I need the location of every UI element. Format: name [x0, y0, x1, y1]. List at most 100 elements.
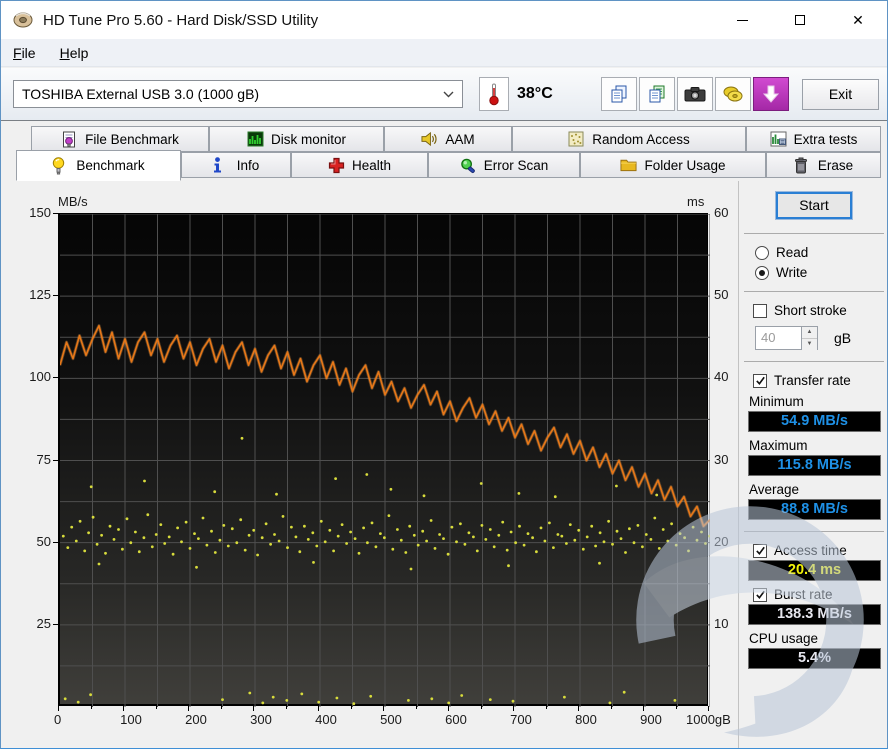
- maximize-button[interactable]: [771, 1, 829, 39]
- tab-random-access[interactable]: Random Access: [512, 126, 746, 152]
- read-radio-label: Read: [776, 245, 809, 260]
- x-tick-label: 200: [185, 712, 207, 727]
- burst-rate-checkbox[interactable]: Burst rate: [739, 587, 887, 602]
- maximize-icon: [795, 15, 805, 25]
- x-minor-tick: [480, 706, 482, 709]
- tab-erase[interactable]: Erase: [766, 152, 881, 178]
- x-tick: [188, 706, 189, 711]
- tab-folder-usage[interactable]: Folder Usage: [580, 152, 766, 178]
- radio-icon-write: [755, 265, 769, 280]
- y-left-tick: [53, 541, 58, 543]
- x-tick-label: 800: [575, 712, 597, 727]
- save-disks-button[interactable]: [715, 77, 751, 111]
- read-radio[interactable]: Read: [739, 245, 887, 260]
- app-disk-icon: [13, 12, 33, 28]
- separator: [744, 233, 884, 234]
- maximum-label: Maximum: [749, 438, 808, 453]
- write-radio[interactable]: Write: [739, 265, 887, 280]
- copy-icon: [611, 85, 627, 103]
- y-right-tick-label: 20: [714, 533, 729, 549]
- y-right-tick-label: 30: [714, 451, 729, 467]
- tab-label: Folder Usage: [644, 157, 726, 173]
- y-right-tick-label: 10: [714, 615, 729, 631]
- y-left-tick: [53, 295, 58, 297]
- tab-label: Error Scan: [483, 157, 549, 173]
- x-tick-label: 500: [380, 712, 402, 727]
- title-bar: HD Tune Pro 5.60 - Hard Disk/SSD Utility…: [1, 1, 887, 39]
- x-minor-tick: [675, 706, 677, 709]
- drive-selector[interactable]: TOSHIBA External USB 3.0 (1000 gB): [13, 80, 463, 108]
- tab-label: Info: [236, 157, 260, 173]
- menu-help[interactable]: Help: [48, 41, 101, 65]
- tab-disk-monitor[interactable]: Disk monitor: [209, 126, 384, 152]
- x-tick-label: 900: [640, 712, 662, 727]
- tab-extra-tests[interactable]: Extra tests: [746, 126, 881, 152]
- access-time-checkbox[interactable]: Access time: [739, 543, 887, 558]
- x-minor-tick: [415, 706, 417, 709]
- close-icon: ✕: [852, 12, 864, 28]
- checkbox-icon-unchecked: [753, 303, 767, 318]
- error-scan-icon: [460, 157, 477, 174]
- benchmark-page: MB/s ms 150 125 100 75 50 25 60 50 40 30 20 10 0 100 200…: [1, 181, 887, 748]
- y-left-tick-label: 150: [29, 205, 51, 220]
- y-right-tick-label: 50: [714, 287, 729, 303]
- erase-icon: [794, 157, 811, 174]
- y-left-axis-title: MB/s: [58, 194, 88, 209]
- menu-file[interactable]: File: [1, 41, 48, 65]
- short-stroke-size-input[interactable]: 40: [755, 326, 801, 350]
- tab-benchmark[interactable]: Benchmark: [16, 150, 181, 181]
- short-stroke-checkbox[interactable]: Short stroke: [739, 303, 887, 318]
- tab-label: Health: [351, 157, 392, 173]
- close-button[interactable]: ✕: [829, 1, 887, 39]
- x-tick-label: 600: [445, 712, 467, 727]
- spinner-buttons[interactable]: ▲ ▼: [801, 326, 818, 350]
- transfer-rate-checkbox[interactable]: Transfer rate: [739, 373, 887, 388]
- start-button[interactable]: Start: [775, 191, 853, 220]
- x-minor-tick: [285, 706, 287, 709]
- screenshot-button[interactable]: [677, 77, 713, 111]
- y-left-tick: [53, 377, 58, 379]
- y-right-tick-label: 40: [714, 369, 729, 385]
- drive-selector-value: TOSHIBA External USB 3.0 (1000 gB): [22, 86, 260, 102]
- copy-alt-button[interactable]: [639, 77, 675, 111]
- x-tick: [643, 706, 644, 711]
- y-left-tick-label: 50: [36, 533, 51, 549]
- write-radio-label: Write: [776, 265, 808, 280]
- x-minor-tick: [610, 706, 612, 709]
- x-tick: [318, 706, 319, 711]
- tab-info[interactable]: Info: [181, 152, 291, 178]
- extra-tests-icon: [770, 131, 787, 148]
- exit-button[interactable]: Exit: [802, 79, 879, 110]
- y-left-tick-label: 75: [36, 451, 51, 467]
- thermometer-icon: [489, 83, 499, 106]
- tab-file-benchmark[interactable]: File Benchmark: [31, 126, 209, 152]
- y-right-axis-title: ms: [687, 194, 705, 209]
- x-tick-label: 700: [510, 712, 532, 727]
- disk-monitor-icon: [247, 131, 264, 148]
- x-tick: [708, 706, 709, 711]
- burst-rate-label: Burst rate: [774, 587, 833, 602]
- tab-strip: Benchmark Info Health Error Scan Folder Usag…: [1, 122, 887, 181]
- temperature-button[interactable]: [479, 77, 509, 111]
- checkbox-icon-checked: [753, 373, 767, 388]
- separator: [744, 291, 884, 292]
- maximum-value: 115.8 MB/s: [748, 455, 881, 476]
- transfer-rate-label: Transfer rate: [774, 373, 851, 388]
- tab-aam[interactable]: AAM: [384, 126, 512, 152]
- copy-alt-icon: [649, 85, 665, 103]
- random-access-icon: [568, 131, 585, 148]
- x-minor-tick: [350, 706, 352, 709]
- benchmark-icon: [52, 157, 69, 175]
- tab-health[interactable]: Health: [291, 152, 428, 178]
- x-tick: [383, 706, 384, 711]
- x-tick: [448, 706, 449, 711]
- minimize-icon: [736, 19, 748, 21]
- save-results-button[interactable]: [753, 77, 789, 111]
- copy-button[interactable]: [601, 77, 637, 111]
- x-tick: [123, 706, 124, 711]
- minimize-button[interactable]: [713, 1, 771, 39]
- minimum-value: 54.9 MB/s: [748, 411, 881, 432]
- y-left-tick-label: 125: [29, 287, 51, 303]
- benchmark-chart: [58, 213, 710, 707]
- tab-error-scan[interactable]: Error Scan: [428, 152, 580, 178]
